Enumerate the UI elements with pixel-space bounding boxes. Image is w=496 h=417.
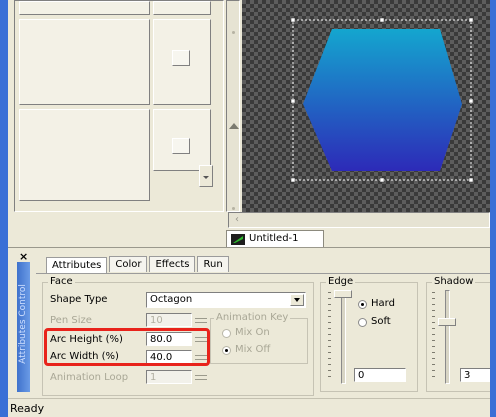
soft-radio[interactable] — [358, 318, 367, 327]
pen-size-value: 10 — [150, 315, 163, 326]
pen-size-spinner[interactable] — [194, 313, 208, 327]
document-tab-label: Untitled-1 — [249, 233, 299, 244]
face-group-title: Face — [48, 276, 75, 287]
chevron-down-icon — [294, 298, 300, 302]
mix-off-radio[interactable] — [222, 346, 231, 355]
shadow-slider-thumb[interactable] — [438, 318, 456, 326]
thumbnail-slot[interactable] — [19, 109, 150, 201]
tab-run[interactable]: Run — [197, 256, 229, 272]
animation-loop-label: Animation Loop — [50, 372, 129, 383]
thumbnail-slot[interactable] — [153, 19, 211, 105]
scroll-left-arrow-icon: ‹ — [235, 214, 239, 225]
thumbnail-slot[interactable] — [153, 109, 211, 171]
mix-off-label: Mix Off — [235, 344, 271, 355]
shadow-slider-ticks — [432, 292, 435, 382]
tab-label: Attributes — [52, 260, 102, 271]
thumbnail-placeholder — [172, 50, 190, 66]
animation-loop-input[interactable]: 1 — [146, 370, 192, 384]
pen-size-label: Pen Size — [50, 315, 92, 326]
shadow-group-title: Shadow — [432, 276, 476, 287]
scroll-down-button[interactable] — [199, 165, 213, 187]
panel-separator — [8, 247, 490, 248]
shadow-value: 3 — [464, 370, 471, 381]
soft-label: Soft — [371, 316, 391, 327]
shape-type-label: Shape Type — [50, 294, 108, 305]
thumbnail-slot[interactable] — [153, 1, 211, 15]
document-tab[interactable]: Untitled-1 — [226, 230, 324, 247]
tab-label: Run — [203, 259, 223, 270]
thumbnail-panel — [14, 0, 224, 212]
hard-radio[interactable] — [358, 300, 367, 309]
edge-slider-ticks — [328, 292, 331, 382]
canvas-horizontal-scrollbar[interactable]: ‹ — [228, 212, 490, 228]
edge-slider-thumb[interactable] — [334, 290, 352, 298]
animation-key-group — [210, 318, 308, 364]
tab-label: Effects — [155, 259, 190, 270]
tab-attributes[interactable]: Attributes — [46, 257, 108, 273]
document-icon — [231, 234, 245, 245]
thumbnail-slot[interactable] — [19, 1, 150, 15]
shape-type-value: Octagon — [150, 294, 193, 305]
tab-page-border — [36, 273, 490, 274]
animation-loop-spinner[interactable] — [194, 370, 208, 384]
status-text: Ready — [10, 402, 45, 415]
animation-key-title: Animation Key — [214, 312, 291, 323]
chevron-down-icon — [203, 176, 209, 179]
shape-type-select[interactable]: Octagon — [146, 292, 306, 308]
edge-slider-track[interactable] — [341, 290, 346, 384]
tab-label: Color — [115, 259, 142, 270]
dropdown-button[interactable] — [290, 294, 304, 306]
edge-value: 0 — [358, 370, 365, 381]
thumbnail-placeholder — [172, 138, 190, 154]
edge-value-input[interactable]: 0 — [354, 368, 406, 382]
scrollbar-marker — [232, 31, 235, 34]
tab-color[interactable]: Color — [109, 256, 148, 272]
octagon-shape[interactable] — [303, 29, 462, 171]
thumbnail-slot[interactable] — [19, 19, 150, 105]
edge-group-title: Edge — [326, 276, 356, 287]
canvas-svg — [290, 17, 474, 183]
scrollbar-marker — [232, 207, 235, 210]
pen-size-input[interactable]: 10 — [146, 313, 192, 327]
canvas-vertical-scrollbar[interactable] — [226, 0, 240, 212]
arc-fields-highlight — [44, 328, 210, 366]
animation-loop-value: 1 — [150, 372, 157, 383]
mix-on-radio[interactable] — [222, 329, 231, 338]
drawing-canvas[interactable] — [242, 0, 490, 212]
shadow-value-input[interactable]: 3 — [460, 368, 490, 382]
attributes-tabs: Attributes Color Effects Run — [46, 256, 229, 273]
attributes-control-title: Attributes Control — [18, 284, 28, 364]
scroll-up-arrow-icon — [229, 123, 239, 129]
hard-label: Hard — [371, 298, 395, 309]
application-window: ‹ Untitled-1 × Attributes Control Attrib… — [8, 0, 490, 417]
status-bar: Ready — [8, 398, 490, 417]
mix-on-label: Mix On — [235, 327, 270, 338]
attributes-control-titlebar: Attributes Control — [17, 262, 30, 392]
tab-effects[interactable]: Effects — [149, 256, 196, 272]
shadow-slider-track[interactable] — [445, 290, 450, 384]
